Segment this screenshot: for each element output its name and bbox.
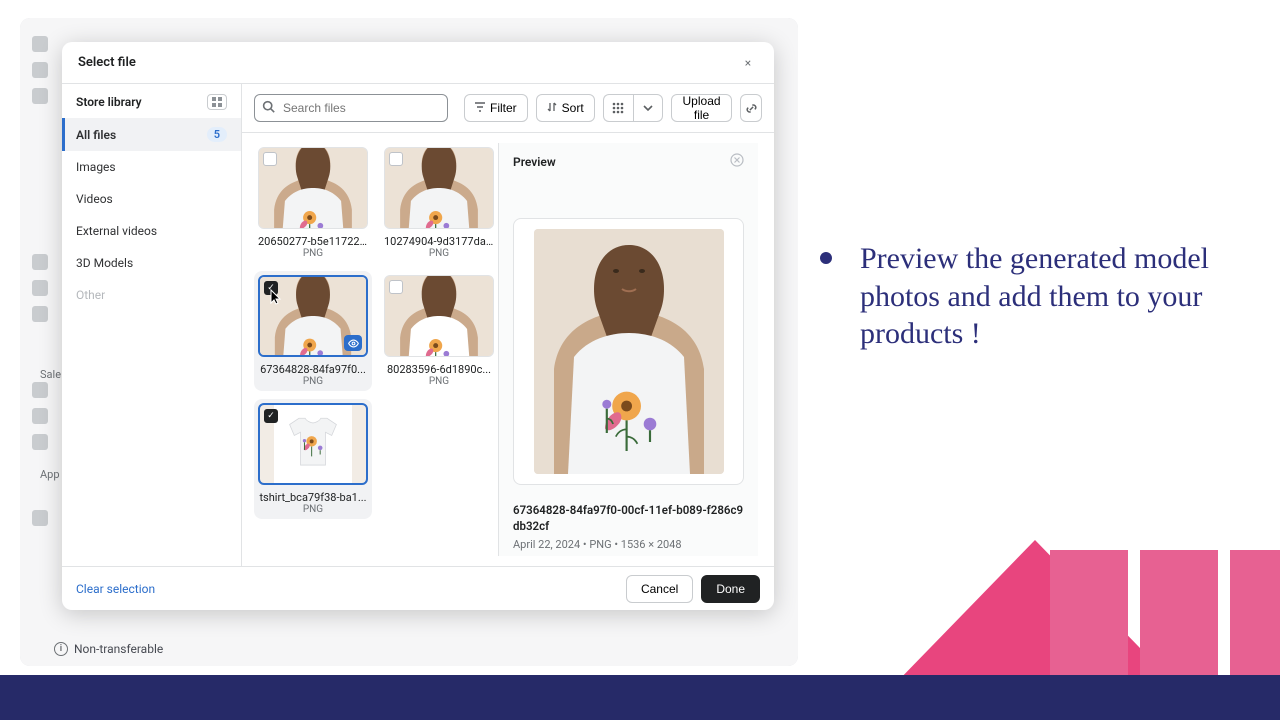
app-screenshot: Sale App i Non-transferable Select file … [20,18,798,666]
checkbox[interactable]: ✓ [264,409,278,423]
info-icon: i [54,642,68,656]
sidebar-item-label: Images [76,160,116,174]
checkbox[interactable] [389,280,403,294]
bullet-icon [820,252,832,264]
search-icon [262,100,275,116]
thumbnail-image [384,147,494,229]
file-thumbnail[interactable]: ✓ tshirt_bca79f38-ba1...PNG [254,399,372,519]
close-icon[interactable]: × [738,53,758,73]
non-transferable-text: Non-transferable [74,642,163,656]
sidebar-item[interactable]: All files 5 [62,118,241,151]
sidebar-item[interactable]: Other [62,279,241,311]
file-type: PNG [258,504,368,515]
sidebar-item[interactable]: Images [62,151,241,183]
preview-image-box [513,218,744,485]
modal-footer: Clear selection Cancel Done [62,566,774,610]
thumbnail-image [384,275,494,357]
thumbnail-image [258,147,368,229]
preview-image [534,229,724,474]
file-thumbnail[interactable]: 80283596-6d1890c...PNG [380,271,498,391]
sort-label: Sort [562,101,584,115]
cursor-icon [270,289,284,308]
sort-button[interactable]: Sort [536,94,595,122]
promo-copy: Preview the generated model photos and a… [820,240,1240,353]
clear-selection-link[interactable]: Clear selection [76,582,155,596]
link-button[interactable] [740,94,762,122]
file-name: 10274904-9d3177da... [384,235,494,248]
file-grid-pane: Filter Sort Upl [242,84,774,566]
search-field[interactable] [254,94,448,122]
modal-title: Select file [78,55,136,70]
link-icon [745,102,758,115]
filter-icon [475,101,485,115]
file-thumbnail[interactable]: ✓ 67364828-84fa97f0...PNG [254,271,372,391]
sidebar-heading: Store library [76,95,142,109]
thumbnail-image: ✓ [258,403,368,485]
preview-pane: Preview [498,143,758,556]
file-thumbnail[interactable]: 10274904-9d3177da...PNG [380,143,498,263]
chevron-down-icon [643,103,653,113]
grid-icon [612,102,624,114]
sidebar-item-label: 3D Models [76,256,133,270]
view-grid-button[interactable] [603,94,633,122]
library-switch-icon[interactable] [207,94,227,110]
sidebar-item-label: All files [76,128,116,142]
sort-icon [547,101,557,115]
view-dropdown-button[interactable] [633,94,663,122]
promo-text: Preview the generated model photos and a… [860,240,1220,353]
sidebar-item[interactable]: External videos [62,215,241,247]
non-transferable-badge: i Non-transferable [54,642,163,656]
file-name: 67364828-84fa97f0... [258,363,368,376]
file-type: PNG [258,376,368,387]
file-picker-modal: Select file × Store library All files 5 Im… [62,42,774,610]
preview-meta: April 22, 2024 • PNG • 1536 × 2048 [513,538,744,551]
sidebar: Store library All files 5 Images Videos Exte… [62,84,242,566]
thumbnail-image: ✓ [258,275,368,357]
file-name: 20650277-b5e11722... [258,235,368,248]
filter-button[interactable]: Filter [464,94,528,122]
preview-eye-icon[interactable] [344,335,362,351]
file-thumbnail[interactable]: 20650277-b5e11722...PNG [254,143,372,263]
count-badge: 5 [207,127,227,142]
file-type: PNG [258,248,368,259]
checkbox[interactable] [389,152,403,166]
footer-bar [0,675,1280,720]
sidebar-item-label: Videos [76,192,113,206]
sidebar-item[interactable]: 3D Models [62,247,241,279]
sidebar-item-label: Other [76,288,105,302]
close-preview-icon[interactable] [730,153,744,170]
upload-label: Upload file [682,94,722,122]
file-name: 80283596-6d1890c... [384,363,494,376]
bg-sales-label: Sale [40,368,61,381]
background-sidebar [20,18,60,666]
file-type: PNG [384,376,494,387]
toolbar: Filter Sort Upl [242,84,774,133]
file-type: PNG [384,248,494,259]
file-name: tshirt_bca79f38-ba1... [258,491,368,504]
cancel-button[interactable]: Cancel [626,575,693,603]
preview-filename: 67364828-84fa97f0-00cf-11ef-b089-f286c9d… [513,503,744,534]
filter-label: Filter [490,101,517,115]
preview-label: Preview [513,155,556,169]
modal-header: Select file × [62,42,774,84]
bg-apps-label: App [40,468,60,481]
upload-button[interactable]: Upload file [671,94,733,122]
sidebar-item-label: External videos [76,224,157,238]
done-button[interactable]: Done [701,575,760,603]
search-input[interactable] [254,94,448,122]
sidebar-item[interactable]: Videos [62,183,241,215]
checkbox[interactable] [263,152,277,166]
